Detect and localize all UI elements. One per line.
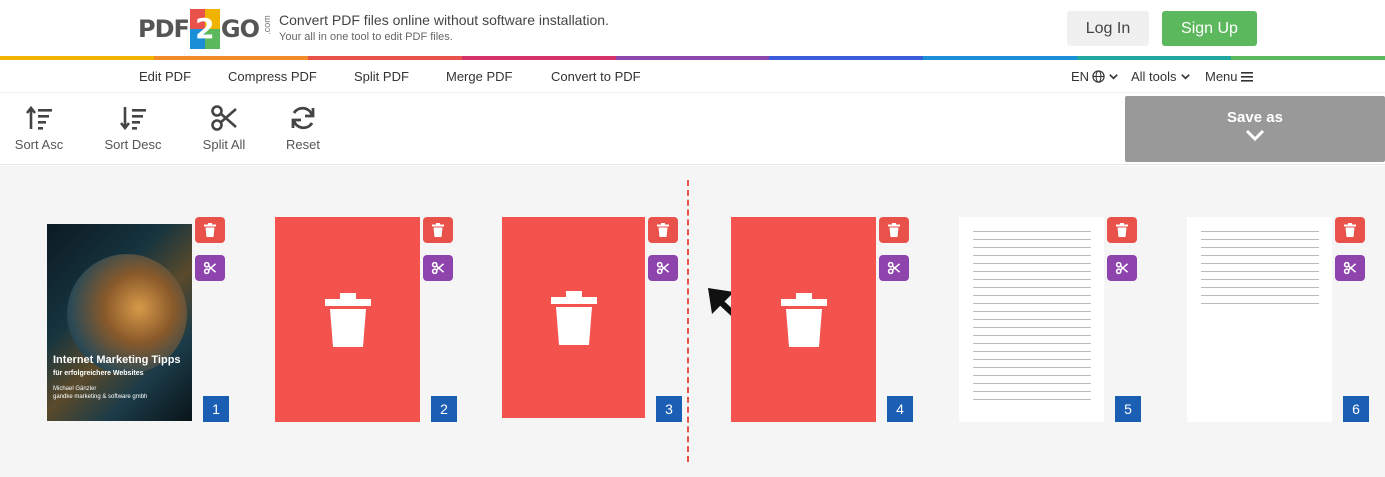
page-number: 6 [1343, 396, 1369, 422]
reset-label: Reset [286, 137, 320, 152]
nav-compress-pdf[interactable]: Compress PDF [228, 69, 317, 84]
nav-merge-pdf[interactable]: Merge PDF [446, 69, 512, 84]
trash-icon [780, 292, 827, 347]
page-card[interactable]: 5 [959, 217, 1141, 422]
trash-icon [550, 290, 597, 345]
split-page-button[interactable] [1335, 255, 1365, 281]
page-card[interactable]: 3 [502, 217, 684, 422]
trash-icon [432, 223, 444, 237]
site-header: PDF 2 GO .com Convert PDF files online w… [0, 0, 1385, 56]
pdf2go-logo[interactable]: PDF 2 GO .com [138, 8, 277, 50]
tagline: Convert PDF files online without softwar… [279, 12, 609, 43]
split-page-button[interactable] [195, 255, 225, 281]
split-page-button[interactable] [879, 255, 909, 281]
logo-text-go: GO [220, 15, 260, 43]
cover-author: Michael Gänzler gandke marketing & softwa… [53, 386, 148, 400]
trash-icon [888, 223, 900, 237]
tagline-sub: Your all in one tool to edit PDF files. [279, 31, 453, 43]
scissors-icon [887, 261, 901, 275]
cover-title: Internet Marketing Tipps [53, 354, 181, 366]
split-divider[interactable] [687, 180, 689, 462]
split-all-label: Split All [202, 137, 246, 152]
globe-icon [1092, 70, 1105, 83]
page-thumbnail[interactable] [959, 217, 1104, 422]
page-thumbnail[interactable]: Internet Marketing Tipps für erfolgreich… [47, 224, 192, 421]
logo-text-com: .com [261, 15, 272, 35]
cover-subtitle: für erfolgreichere Websites [53, 370, 144, 377]
page-card[interactable]: 2 [275, 217, 457, 422]
delete-page-button[interactable] [648, 217, 678, 243]
trash-icon [1116, 223, 1128, 237]
page-grid: Internet Marketing Tipps für erfolgreich… [0, 166, 1385, 477]
sort-asc-button[interactable]: Sort Asc [4, 103, 74, 152]
page-number: 3 [656, 396, 682, 422]
nav-convert-to-pdf[interactable]: Convert to PDF [551, 69, 641, 84]
page-card[interactable]: 6 [1187, 217, 1369, 422]
all-tools-dropdown[interactable]: All tools [1131, 69, 1191, 84]
trash-icon [324, 292, 371, 347]
split-page-button[interactable] [1107, 255, 1137, 281]
page-thumbnail-deleted[interactable] [731, 217, 876, 422]
tagline-main: Convert PDF files online without softwar… [279, 12, 609, 28]
menu-button[interactable]: Menu [1205, 69, 1253, 84]
scissors-icon [211, 105, 237, 131]
delete-page-button[interactable] [195, 217, 225, 243]
delete-page-button[interactable] [423, 217, 453, 243]
toc-lines [1201, 231, 1319, 311]
logo-text-pdf: PDF [138, 15, 190, 43]
sort-desc-icon [119, 107, 146, 131]
scissors-icon [1343, 261, 1357, 275]
page-number: 5 [1115, 396, 1141, 422]
menu-label: Menu [1205, 69, 1238, 84]
reset-button[interactable]: Reset [268, 103, 338, 152]
delete-page-button[interactable] [1335, 217, 1365, 243]
split-all-button[interactable]: Split All [189, 103, 259, 152]
language-label: EN [1071, 69, 1090, 84]
page-card[interactable]: 4 [731, 217, 913, 422]
sort-asc-label: Sort Asc [14, 137, 64, 152]
nav-split-pdf[interactable]: Split PDF [354, 69, 409, 84]
main-nav: Edit PDF Compress PDF Split PDF Merge PD… [0, 60, 1385, 93]
sort-asc-icon [25, 105, 52, 130]
delete-page-button[interactable] [1107, 217, 1137, 243]
page-number: 1 [203, 396, 229, 422]
save-as-button[interactable]: Save as [1125, 96, 1385, 162]
scissors-icon [203, 261, 217, 275]
all-tools-label: All tools [1131, 69, 1177, 84]
page-number: 2 [431, 396, 457, 422]
refresh-icon [291, 106, 315, 130]
delete-page-button[interactable] [879, 217, 909, 243]
page-card[interactable]: Internet Marketing Tipps für erfolgreich… [47, 217, 229, 422]
split-page-button[interactable] [423, 255, 453, 281]
hamburger-icon [1240, 72, 1253, 82]
scissors-icon [431, 261, 445, 275]
logo-two-badge: 2 [189, 9, 220, 49]
sort-desc-button[interactable]: Sort Desc [98, 103, 168, 152]
page-thumbnail-deleted[interactable] [275, 217, 420, 422]
nav-edit-pdf[interactable]: Edit PDF [139, 69, 191, 84]
language-selector[interactable]: EN [1071, 69, 1119, 84]
trash-icon [1344, 223, 1356, 237]
login-button[interactable]: Log In [1067, 11, 1149, 46]
save-as-label: Save as [1227, 109, 1283, 126]
toc-lines [973, 231, 1091, 407]
scissors-icon [656, 261, 670, 275]
page-thumbnail[interactable] [1187, 217, 1332, 422]
page-thumbnail-deleted[interactable] [502, 217, 645, 418]
trash-icon [657, 223, 669, 237]
trash-icon [204, 223, 216, 237]
chevron-down-icon [1245, 129, 1265, 142]
sort-desc-label: Sort Desc [104, 137, 162, 152]
scissors-icon [1115, 261, 1129, 275]
split-page-button[interactable] [648, 255, 678, 281]
chevron-down-icon [1109, 74, 1118, 80]
signup-button[interactable]: Sign Up [1162, 11, 1257, 46]
page-number: 4 [887, 396, 913, 422]
chevron-down-icon [1180, 74, 1190, 80]
